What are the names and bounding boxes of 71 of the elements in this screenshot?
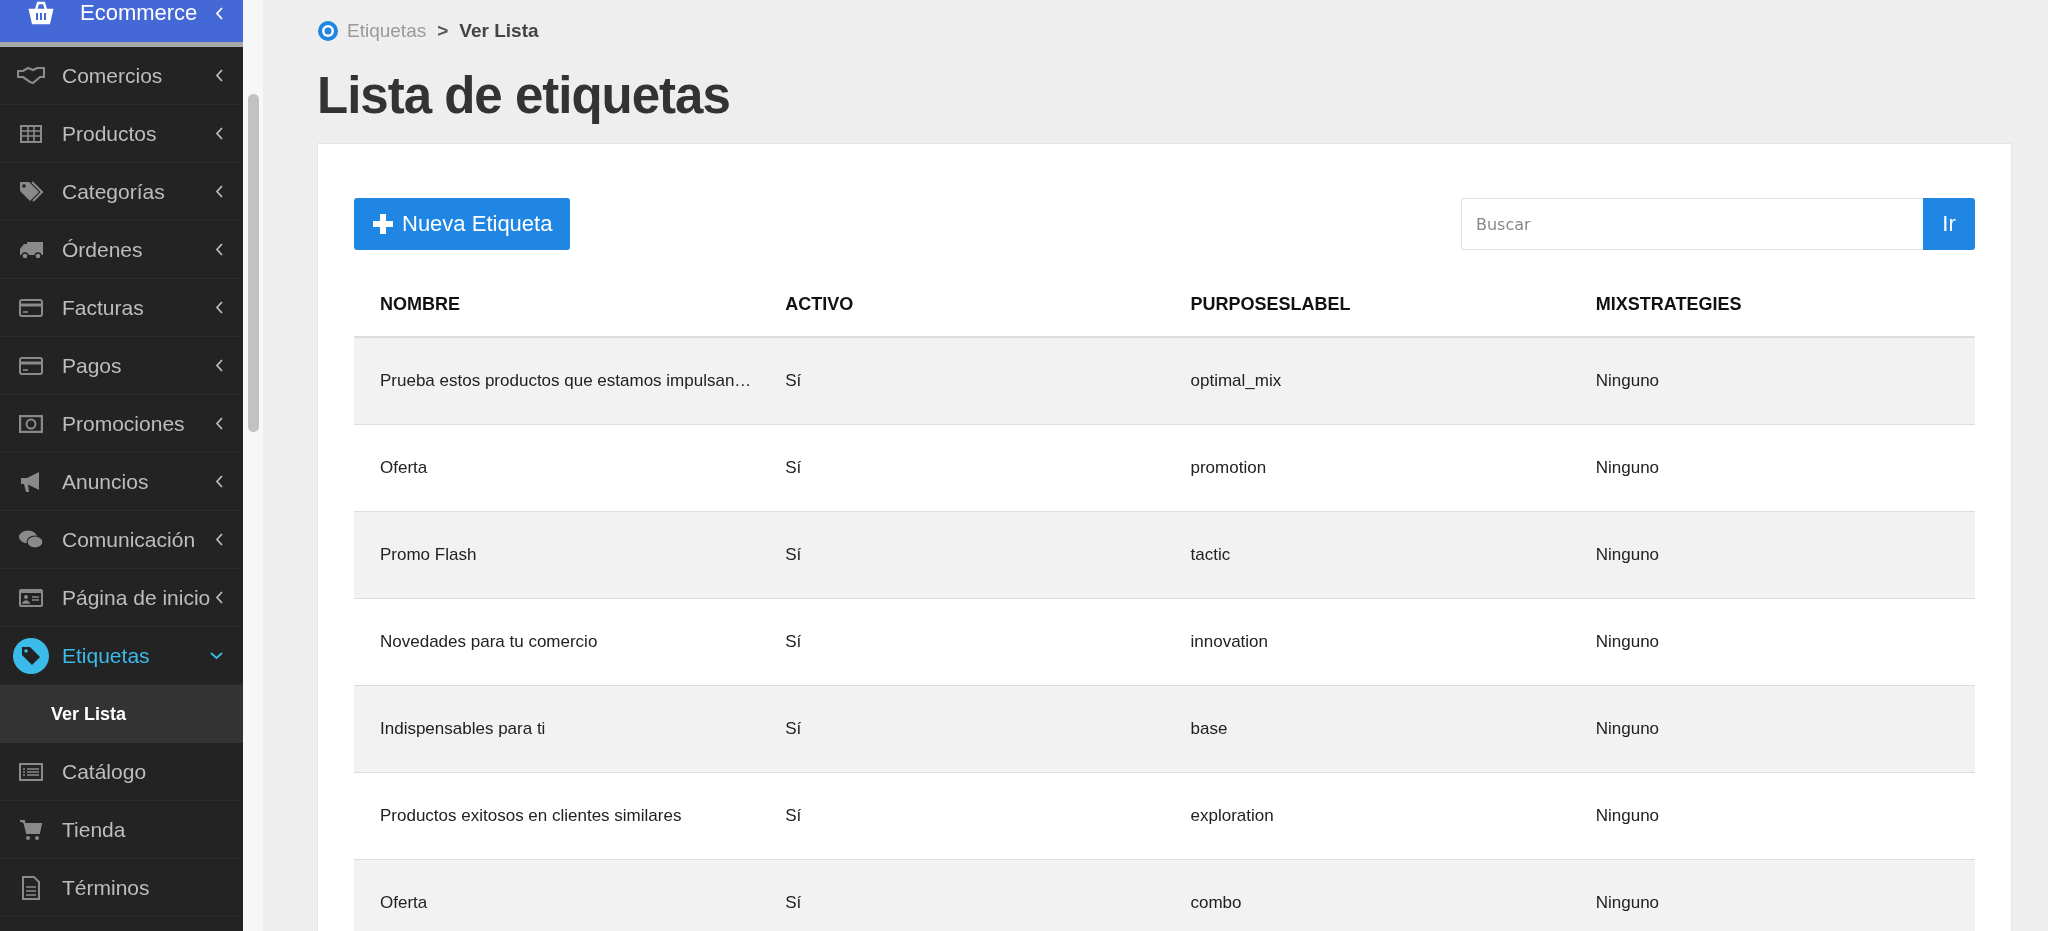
table-cell: Indispensables para ti [354,685,760,773]
search-button[interactable]: Ir [1923,198,1975,250]
sidebar-item[interactable]: Órdenes [0,221,243,279]
table-cell: Ninguno [1569,772,1975,860]
sidebar-header[interactable]: Ecommerce [0,0,243,47]
table-cell: Sí [759,511,1165,599]
plus-icon [372,213,394,235]
table-cell: Novedades para tu comercio [354,598,760,686]
table-cell: optimal_mix [1164,337,1570,425]
table-cell: Oferta [354,859,760,931]
table-cell: Prueba estos productos que estamos impulsan… [354,337,760,425]
sidebar-item[interactable]: Productos [0,105,243,163]
table-cell: promotion [1164,424,1570,512]
table-cell: Ninguno [1569,337,1975,425]
handshake-icon [17,65,45,86]
page-title: Lista de etiquetas [317,66,731,126]
table-cell: Ninguno [1569,424,1975,512]
sidebar-item[interactable]: Comunicación [0,511,243,569]
table-cell: Ninguno [1569,598,1975,686]
list-icon [19,762,43,781]
table-cell: Productos exitosos en clientes similares [354,772,760,860]
table-cell: Sí [759,337,1165,425]
table-cell: base [1164,685,1570,773]
table-cell: Ninguno [1569,859,1975,931]
sidebar-subitem[interactable]: Ver Lista [0,685,243,743]
chevron-left-icon [215,533,223,546]
chevron-left-icon [215,7,223,20]
chevron-left-icon [215,69,223,82]
table-cell: Ninguno [1569,511,1975,599]
search-field[interactable]: Buscar [1461,198,1923,250]
table-cell: Ninguno [1569,685,1975,773]
new-tag-button[interactable]: Nueva Etiqueta [354,198,571,250]
chat-bubbles-icon [18,528,44,551]
grid-icon [20,124,42,143]
truck-icon [18,239,44,260]
chevron-left-icon [215,475,223,488]
table-cell: Sí [759,685,1165,773]
breadcrumb-current: Ver Lista [459,20,539,42]
table-cell: Sí [759,772,1165,860]
sidebar-item[interactable]: Categorías [0,163,243,221]
credit-card-icon [19,298,43,317]
table-cell: Promo Flash [354,511,760,599]
chevron-left-icon [215,417,223,430]
shopping-cart-icon [19,818,43,841]
target-icon [317,20,339,42]
banknote-icon [19,414,43,433]
chevron-down-icon [210,651,223,660]
sidebar-header-label: Ecommerce [80,0,199,26]
table-cell: Sí [759,859,1165,931]
chevron-left-icon [215,591,223,604]
table-cell: exploration [1164,772,1570,860]
table-cell: tactic [1164,511,1570,599]
credit-card-icon [19,356,43,375]
table-cell: innovation [1164,598,1570,686]
chevron-left-icon [215,185,223,198]
breadcrumb-separator: > [437,20,449,42]
chevron-left-icon [215,127,223,140]
chevron-left-icon [215,301,223,314]
document-icon [21,875,41,900]
tag-icon [12,636,50,675]
basket-icon [28,1,54,25]
tags-icon [19,180,43,203]
table-cell: Sí [759,598,1165,686]
scrollbar-thumb[interactable] [247,94,259,432]
sidebar-item[interactable]: Página de inicio [0,569,243,627]
id-card-icon [18,587,44,608]
chevron-left-icon [215,359,223,372]
table-cell: Sí [759,424,1165,512]
chevron-left-icon [215,243,223,256]
table-cell: Oferta [354,424,760,512]
table-cell: combo [1164,859,1570,931]
